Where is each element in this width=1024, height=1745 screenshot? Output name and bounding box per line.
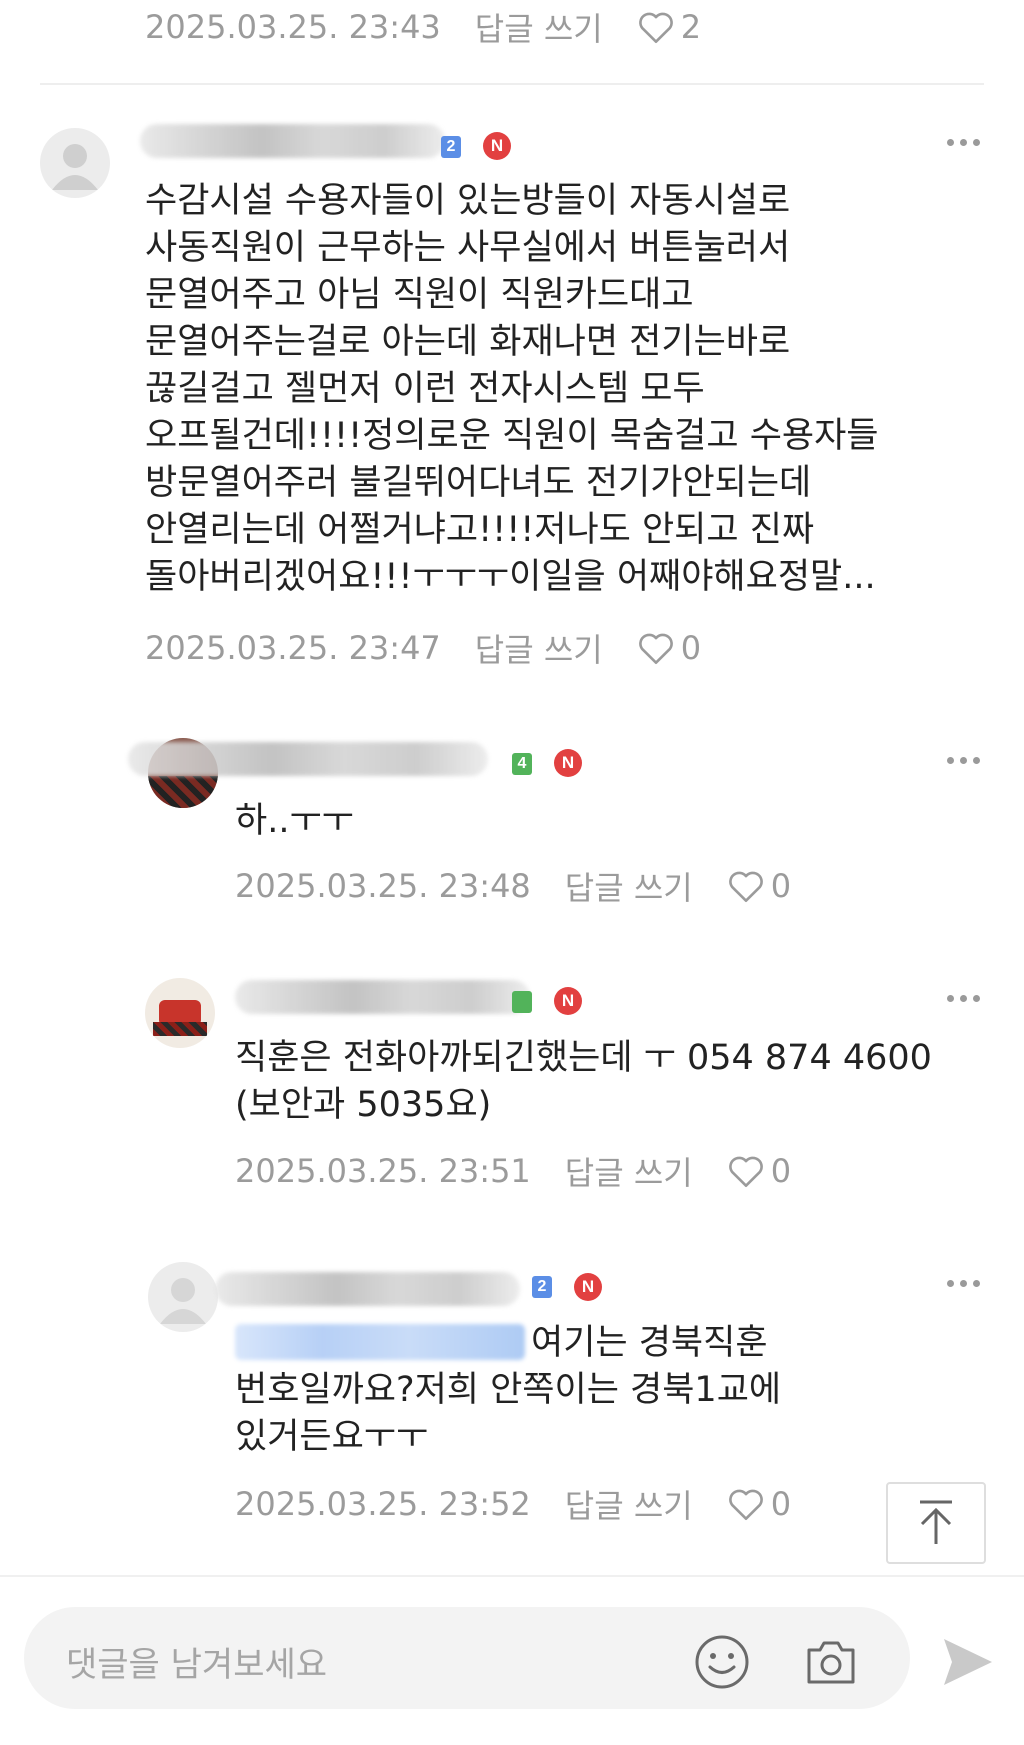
more-options-button[interactable] [947, 139, 980, 146]
reply-button[interactable]: 답글 쓰기 [475, 4, 603, 50]
more-dots-icon [947, 995, 954, 1002]
like-button[interactable]: 0 [727, 1485, 791, 1523]
comment-body: 수감시설 수용자들이 있는방들이 자동시설로 사동직원이 근무하는 사무실에서 … [145, 178, 879, 601]
scroll-top-button[interactable] [886, 1482, 986, 1564]
new-badge: N [554, 987, 582, 1015]
reply-button[interactable]: 답글 쓰기 [565, 863, 693, 909]
author-name-blurred[interactable] [140, 124, 445, 158]
comment-input[interactable]: 댓글을 남겨보세요 [24, 1607, 910, 1709]
camera-icon[interactable] [801, 1632, 861, 1692]
more-options-button[interactable] [947, 995, 980, 1002]
more-dots-icon [947, 1280, 954, 1287]
send-icon[interactable] [940, 1635, 996, 1689]
comment-line: 여기는 경북직훈 [531, 1323, 768, 1363]
comment-meta: 2025.03.25. 23:51 답글 쓰기 0 [235, 1148, 791, 1194]
mention-link[interactable] [235, 1323, 531, 1363]
new-badge: N [554, 749, 582, 777]
comment-date: 2025.03.25. 23:47 [145, 629, 441, 667]
arrow-up-icon [920, 1500, 952, 1544]
smiley-icon[interactable] [692, 1632, 752, 1692]
more-options-button[interactable] [947, 757, 980, 764]
comment-line: 하..ㅜㅜ [235, 801, 354, 841]
level-badge: 2 [441, 136, 461, 158]
comment-body: 하..ㅜㅜ [235, 798, 354, 845]
comment-line: 안열리는데 어쩔거냐고!!!!저나도 안되고 진짜 [145, 510, 815, 550]
comment-date: 2025.03.25. 23:48 [235, 867, 531, 905]
heart-icon [638, 12, 673, 43]
reply-button[interactable]: 답글 쓰기 [475, 625, 603, 671]
comment-meta: 2025.03.25. 23:52 답글 쓰기 0 [235, 1481, 791, 1527]
like-button[interactable]: 0 [727, 867, 791, 905]
level-badge: 4 [512, 753, 532, 775]
comment-line: 문열어주는걸로 아는데 화재나면 전기는바로 [145, 322, 791, 362]
divider [40, 83, 984, 85]
heart-icon [728, 1156, 763, 1187]
comment-date: 2025.03.25. 23:51 [235, 1152, 531, 1190]
author-name-blurred[interactable] [215, 1272, 520, 1306]
like-count: 0 [770, 1152, 792, 1190]
like-button[interactable]: 0 [727, 1152, 791, 1190]
default-user-icon [52, 144, 98, 190]
comment-line: (보안과 5035요) [235, 1085, 492, 1125]
level-badge: 2 [532, 1276, 552, 1298]
comment-date: 2025.03.25. 23:52 [235, 1485, 531, 1523]
new-badge: N [574, 1273, 602, 1301]
comment-bar: 댓글을 남겨보세요 [0, 1575, 1024, 1745]
comment-line: 문열어주고 아님 직원이 직원카드대고 [145, 275, 694, 315]
avatar[interactable] [40, 128, 110, 198]
default-user-icon [160, 1278, 206, 1324]
level-badge [512, 991, 532, 1013]
heart-icon [638, 633, 673, 664]
like-count: 0 [770, 867, 792, 905]
comment-placeholder: 댓글을 남겨보세요 [66, 1645, 328, 1685]
more-options-button[interactable] [947, 1280, 980, 1287]
comment-line: 번호일까요?저희 안쪽이는 경북1교에 [235, 1370, 782, 1410]
comment-line: 끊길걸고 젤먼저 이런 전자시스템 모두 [145, 369, 705, 409]
more-dots-icon [947, 139, 954, 146]
comment-line: 방문열어주러 불길뛰어다녀도 전기가안되는데 [145, 463, 812, 503]
author-name-blurred[interactable] [128, 742, 488, 776]
comment-body: 직훈은 전화아까되긴했는데 ㅜ 054 874 4600 (보안과 5035요) [235, 1035, 932, 1129]
avatar[interactable] [148, 1262, 218, 1332]
comment-date: 2025.03.25. 23:43 [145, 8, 441, 46]
comment-line: 직훈은 전화아까되긴했는데 ㅜ 054 874 4600 [235, 1038, 932, 1078]
heart-icon [728, 1489, 763, 1520]
reply-button[interactable]: 답글 쓰기 [565, 1148, 693, 1194]
like-count: 2 [680, 8, 702, 46]
like-count: 0 [680, 629, 702, 667]
more-dots-icon [947, 757, 954, 764]
comment-meta: 2025.03.25. 23:48 답글 쓰기 0 [235, 863, 791, 909]
reply-button[interactable]: 답글 쓰기 [565, 1481, 693, 1527]
like-button[interactable]: 2 [637, 8, 701, 46]
comment-body: 여기는 경북직훈 번호일까요?저희 안쪽이는 경북1교에 있거든요ㅜㅜ [235, 1320, 781, 1461]
comment-line: 수감시설 수용자들이 있는방들이 자동시설로 [145, 181, 791, 221]
comment-line: 돌아버리겠어요!!!ㅜㅜㅜ이일을 어째야해요정말... [145, 557, 876, 597]
new-badge: N [483, 132, 511, 160]
comment-meta: 2025.03.25. 23:43 답글 쓰기 2 [145, 4, 701, 50]
comment-line: 사동직원이 근무하는 사무실에서 버튼눌러서 [145, 228, 791, 268]
like-count: 0 [770, 1485, 792, 1523]
heart-icon [728, 871, 763, 902]
avatar[interactable] [145, 978, 215, 1048]
like-button[interactable]: 0 [637, 629, 701, 667]
author-name-blurred[interactable] [235, 980, 530, 1014]
comment-meta: 2025.03.25. 23:47 답글 쓰기 0 [145, 625, 701, 671]
comment-line: 오프될건데!!!!정의로운 직원이 목숨걸고 수용자들 [145, 416, 879, 456]
comment-line: 있거든요ㅜㅜ [235, 1417, 429, 1457]
